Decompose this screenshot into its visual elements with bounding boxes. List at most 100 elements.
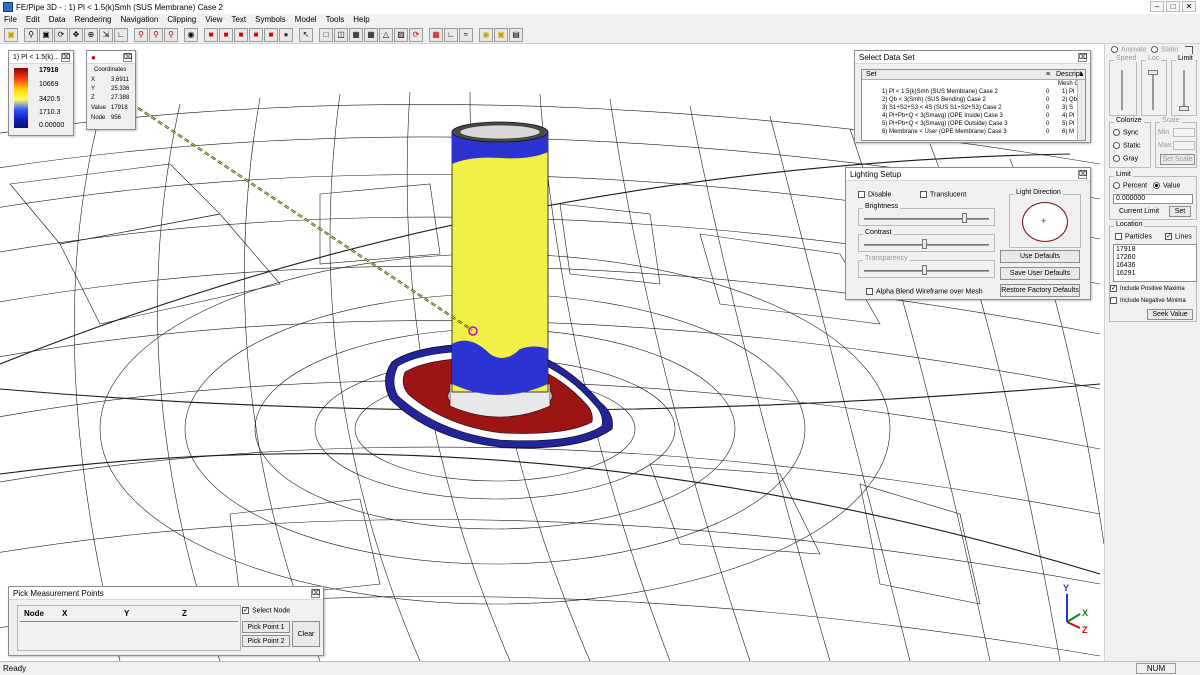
save-user-defaults-button[interactable]: Save User Defaults: [1000, 267, 1080, 280]
lighting-close-icon[interactable]: ⌧: [1078, 170, 1087, 179]
speed-slider[interactable]: [1121, 70, 1123, 110]
dataset-row[interactable]: 4) Pl+Pb+Q < 3(Smavg) (OPE Inside) Case …: [882, 113, 1077, 121]
wireframe-icon[interactable]: △: [379, 28, 393, 42]
loc-slider[interactable]: [1152, 70, 1154, 110]
menu-text[interactable]: Text: [231, 14, 246, 26]
set-limit-button[interactable]: Set: [1169, 206, 1191, 217]
include-negative-checkbox[interactable]: Include Negative Minima: [1110, 297, 1186, 304]
open-icon[interactable]: ▣: [4, 28, 18, 42]
zoom-out-icon[interactable]: ⚲: [149, 28, 163, 42]
brightness-slider[interactable]: [962, 213, 967, 223]
window-quad-icon[interactable]: ▦: [364, 28, 378, 42]
disable-checkbox-box[interactable]: [858, 191, 865, 198]
refresh-icon[interactable]: ⟳: [409, 28, 423, 42]
static-radio-button[interactable]: [1113, 142, 1120, 149]
dataset-row[interactable]: 6) Membrane < User (OPE Membrane) Case 3…: [882, 129, 1077, 137]
dataset-row[interactable]: 3) S1+S2+S3 < 4S (SUS S1+S2+S3) Case 203…: [882, 105, 1077, 113]
menu-data[interactable]: Data: [49, 14, 66, 26]
include-negative-box[interactable]: [1110, 297, 1117, 304]
menu-model[interactable]: Model: [295, 14, 317, 26]
gray-radio[interactable]: Gray: [1113, 155, 1138, 162]
particles-box[interactable]: [1115, 233, 1122, 240]
menu-rendering[interactable]: Rendering: [75, 14, 112, 26]
zoom-extents-icon[interactable]: ⚲: [164, 28, 178, 42]
particles-checkbox[interactable]: Particles: [1115, 233, 1152, 240]
static-radio[interactable]: Static: [1113, 142, 1141, 149]
loc-slider-thumb[interactable]: [1148, 70, 1158, 75]
view-left-icon[interactable]: ■: [234, 28, 248, 42]
col-set-header[interactable]: Set: [866, 71, 877, 78]
percent-radio-button[interactable]: [1113, 182, 1120, 189]
window-tile-icon[interactable]: ▦: [349, 28, 363, 42]
slider-radio[interactable]: Slider: [1151, 46, 1179, 53]
contrast-slider[interactable]: [922, 239, 927, 249]
view-front-icon[interactable]: ■: [204, 28, 218, 42]
scale-min-input[interactable]: [1173, 128, 1195, 137]
zoom-in-icon[interactable]: ⚲: [134, 28, 148, 42]
menu-edit[interactable]: Edit: [26, 14, 40, 26]
dataset-list[interactable]: Set ≡ Descript ▲ Mesh Gr 1) Pl < 1.5(k)S…: [861, 69, 1086, 141]
fit-icon[interactable]: ⇲: [99, 28, 113, 42]
col-sort-icon[interactable]: ≡: [1046, 71, 1050, 78]
alpha-blend-box[interactable]: [866, 288, 873, 295]
sync-radio-button[interactable]: [1113, 129, 1120, 136]
pan-icon[interactable]: ✥: [69, 28, 83, 42]
list-item[interactable]: 17918: [1116, 246, 1194, 254]
pick-close-icon[interactable]: ⌧: [311, 589, 320, 598]
location-node-list[interactable]: 17918 17260 16436 16291: [1113, 244, 1197, 282]
report-icon[interactable]: ▤: [509, 28, 523, 42]
menu-navigation[interactable]: Navigation: [121, 14, 159, 26]
window-single-icon[interactable]: □: [319, 28, 333, 42]
dataset-row[interactable]: 1) Pl < 1.5(k)Smh (SUS Membrane) Case 20…: [882, 89, 1077, 97]
set-scale-button[interactable]: Set Scale: [1160, 154, 1195, 165]
lightbulb-icon[interactable]: ◉: [479, 28, 493, 42]
view-right-icon[interactable]: ■: [249, 28, 263, 42]
alpha-blend-checkbox[interactable]: Alpha Blend Wireframe over Mesh: [866, 288, 983, 295]
menu-view[interactable]: View: [205, 14, 222, 26]
include-positive-checkbox[interactable]: ✓ Include Positive Maxima: [1110, 285, 1185, 292]
slider-radio-button[interactable]: [1151, 46, 1158, 53]
zoom-icon[interactable]: ⚲: [24, 28, 38, 42]
seek-value-button[interactable]: Seek Value: [1147, 309, 1193, 320]
scroll-up-icon[interactable]: ▲: [1078, 71, 1085, 78]
menu-help[interactable]: Help: [353, 14, 369, 26]
limit-value-input[interactable]: 0.000000: [1113, 194, 1193, 204]
gray-radio-button[interactable]: [1113, 155, 1120, 162]
menu-file[interactable]: File: [4, 14, 17, 26]
use-defaults-button[interactable]: Use Defaults: [1000, 250, 1080, 263]
transparency-slider[interactable]: [922, 265, 927, 275]
percent-radio[interactable]: Percent: [1113, 182, 1147, 189]
close-button[interactable]: ✕: [1182, 1, 1196, 12]
chart-icon[interactable]: ▦: [429, 28, 443, 42]
value-radio-button[interactable]: [1153, 182, 1160, 189]
menu-tools[interactable]: Tools: [326, 14, 345, 26]
include-positive-box[interactable]: ✓: [1110, 285, 1117, 292]
animate-radio-button[interactable]: [1111, 46, 1118, 53]
minimize-button[interactable]: –: [1150, 1, 1164, 12]
clear-button[interactable]: Clear: [292, 621, 320, 647]
compare-icon[interactable]: ≈: [459, 28, 473, 42]
lines-checkbox[interactable]: ✓ Lines: [1165, 233, 1192, 240]
view-back-icon[interactable]: ■: [219, 28, 233, 42]
pick-table[interactable]: Node X Y Z: [17, 605, 241, 651]
list-item[interactable]: 16436: [1116, 262, 1194, 270]
dataset-scrollbar[interactable]: [1077, 80, 1085, 140]
axis-icon[interactable]: ∟: [114, 28, 128, 42]
animate-radio[interactable]: Animate: [1111, 46, 1147, 53]
graph-icon[interactable]: ∟: [444, 28, 458, 42]
limit-slider-thumb[interactable]: [1179, 106, 1189, 111]
menu-clipping[interactable]: Clipping: [167, 14, 196, 26]
maximize-button[interactable]: □: [1166, 1, 1180, 12]
sync-radio[interactable]: Sync: [1113, 129, 1139, 136]
dataset-row[interactable]: 2) Qb < 3(Smh) (SUS Bending) Case 2 0 2) Q…: [882, 97, 1077, 105]
window-split-icon[interactable]: ◫: [334, 28, 348, 42]
coordinates-close-icon[interactable]: ⌧: [123, 53, 132, 62]
translucent-checkbox-box[interactable]: [920, 191, 927, 198]
palette-icon[interactable]: ▣: [494, 28, 508, 42]
restore-factory-defaults-button[interactable]: Restore Factory Defaults: [1000, 284, 1080, 297]
legend-close-icon[interactable]: ⌧: [61, 53, 70, 62]
view-iso-icon[interactable]: ■: [264, 28, 278, 42]
orbit-icon[interactable]: ⊕: [84, 28, 98, 42]
list-item[interactable]: 17260: [1116, 254, 1194, 262]
pick-point-2-button[interactable]: Pick Point 2: [242, 635, 290, 647]
